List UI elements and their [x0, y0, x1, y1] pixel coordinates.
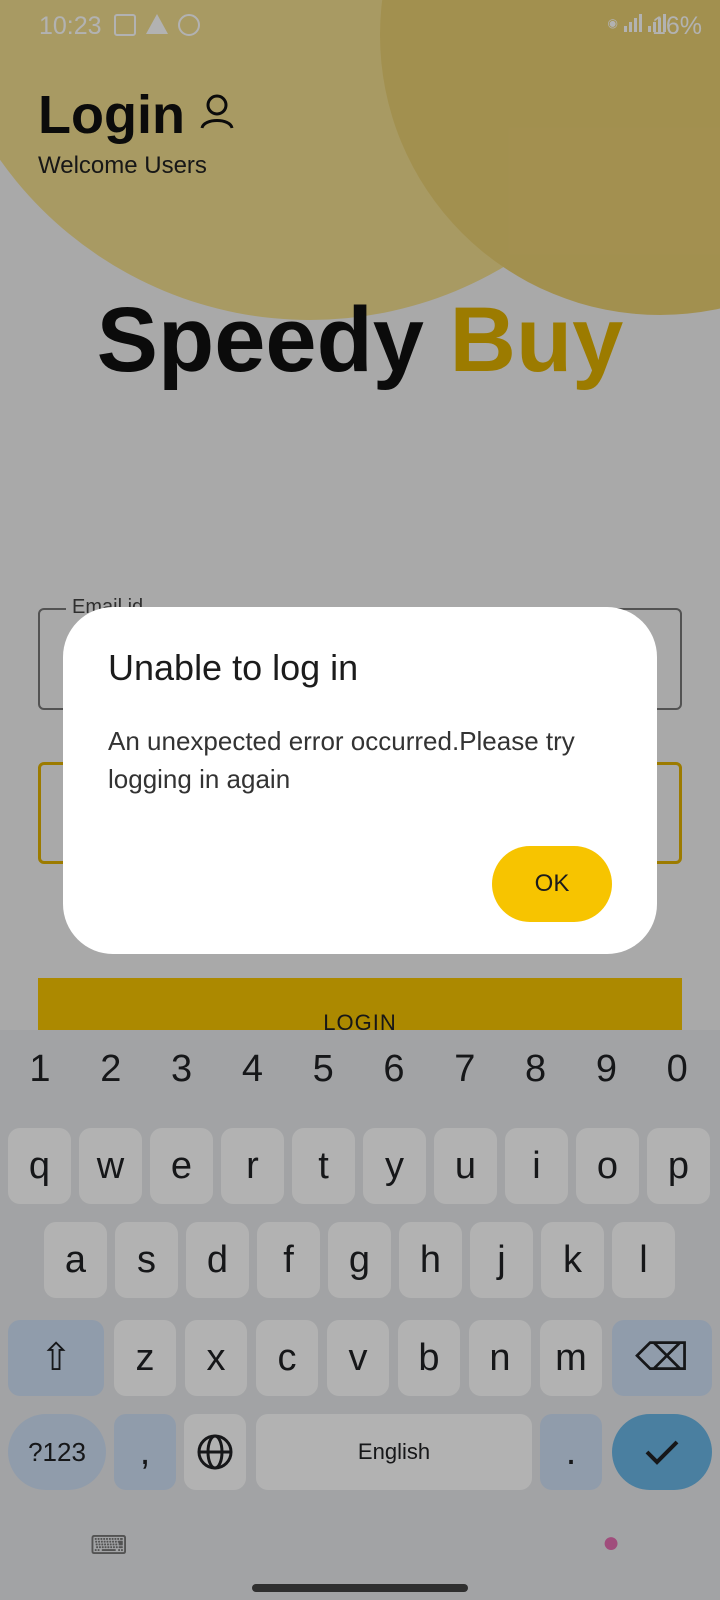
- dialog-title: Unable to log in: [108, 647, 359, 688]
- dialog-message: An unexpected error occurred.Please try …: [108, 726, 575, 794]
- error-dialog: Unable to log in An unexpected error occ…: [63, 607, 657, 954]
- ok-button[interactable]: OK: [492, 846, 612, 922]
